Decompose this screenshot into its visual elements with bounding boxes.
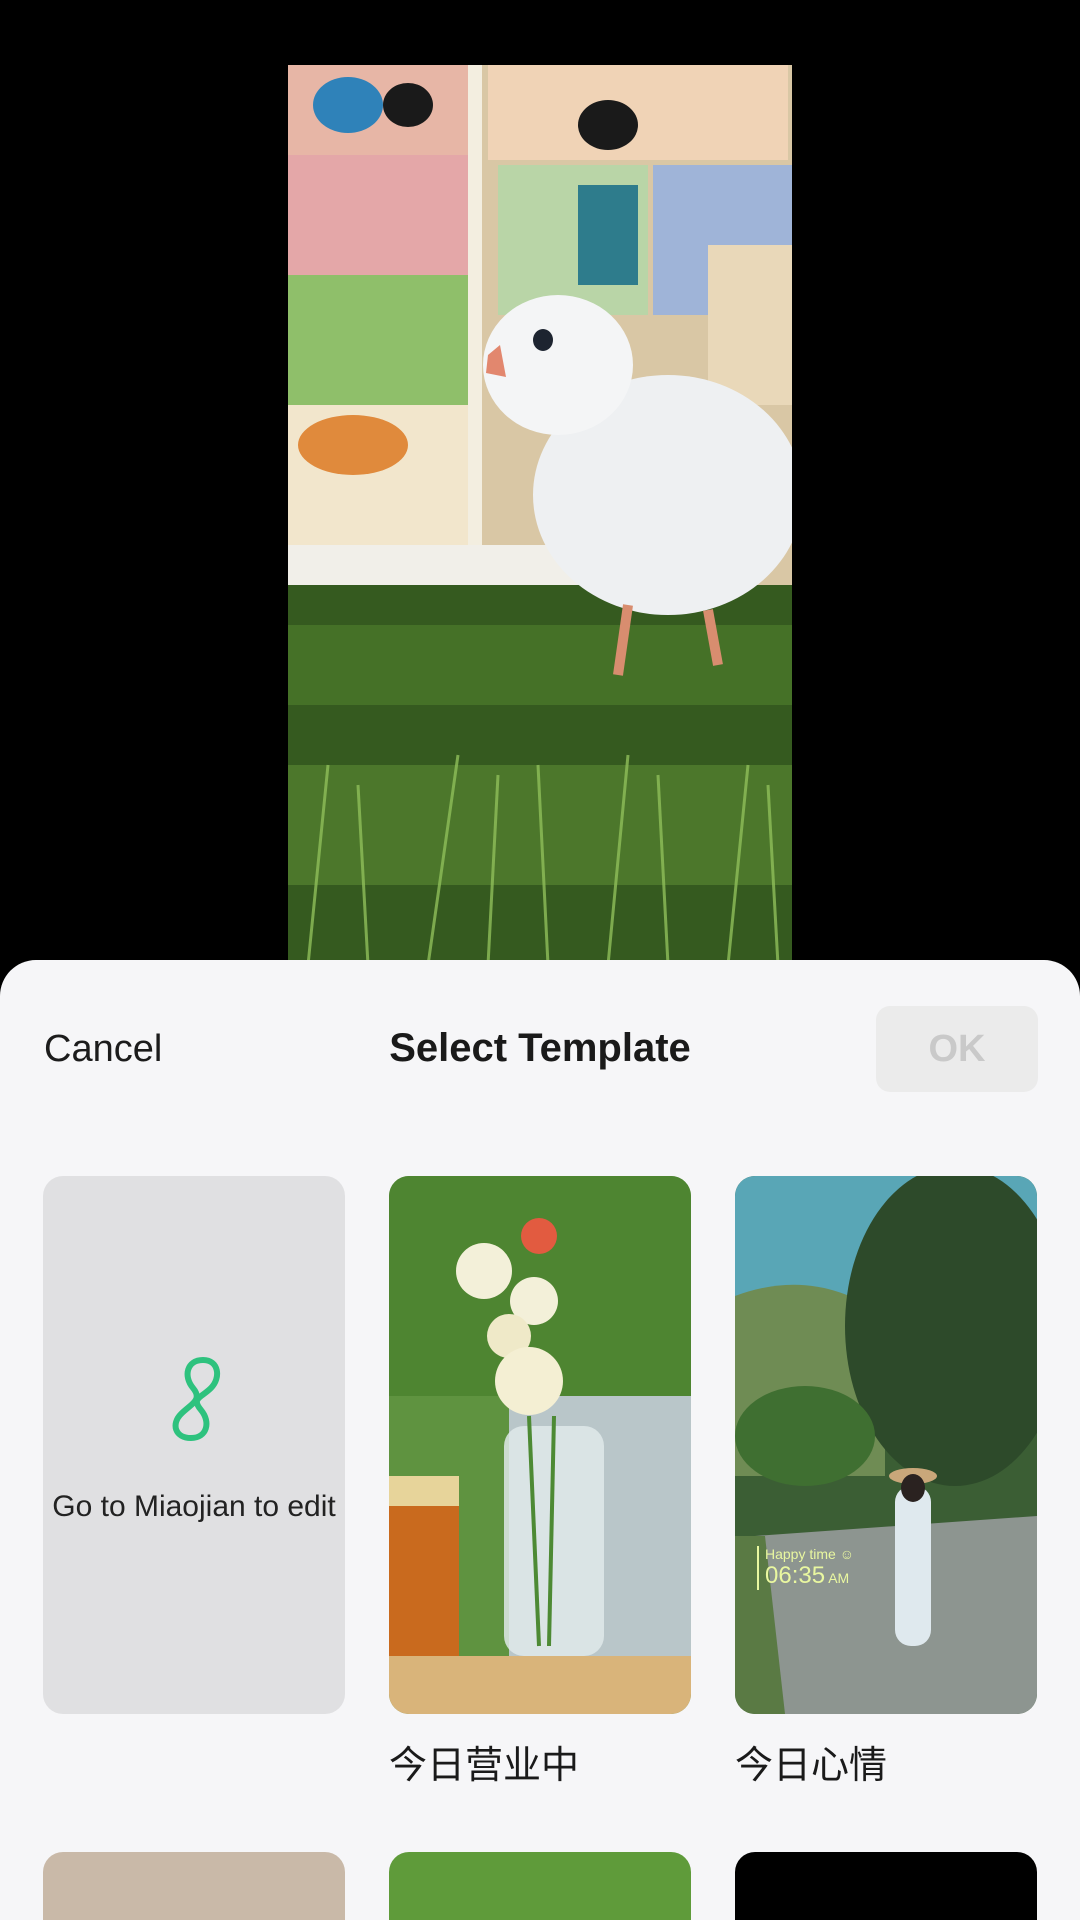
template-card-row2-2[interactable]: [389, 1852, 691, 1920]
happy-time-clock: 06:35: [765, 1562, 826, 1590]
template-card-flowers[interactable]: [389, 1176, 691, 1714]
template-caption-walking: 今日心情: [735, 1745, 888, 1787]
happy-time-overlay: Happy time ☺ 06:35 AM: [757, 1546, 854, 1590]
happy-time-ampm: AM: [828, 1570, 850, 1587]
template-caption-flowers: 今日营业中: [389, 1745, 580, 1787]
miaojian-logo-icon: [172, 1357, 221, 1441]
video-preview: [288, 65, 792, 965]
template-thumbnail-flowers: [389, 1176, 691, 1714]
ok-button-label: OK: [928, 1027, 986, 1070]
video-frame-image: [288, 65, 792, 965]
template-card-miaojian[interactable]: Go to Miaojian to edit: [43, 1176, 345, 1714]
template-card-row2-1[interactable]: [43, 1852, 345, 1920]
template-thumbnail-walking: [735, 1176, 1037, 1714]
happy-time-title: Happy time ☺: [765, 1546, 854, 1562]
template-sheet: Cancel Select Template OK Go to Miaojian…: [0, 960, 1080, 1920]
miaojian-edit-label: Go to Miaojian to edit: [52, 1490, 336, 1523]
ok-button[interactable]: OK: [876, 1006, 1038, 1092]
template-card-row2-3[interactable]: [735, 1852, 1037, 1920]
template-card-walking[interactable]: Happy time ☺ 06:35 AM: [735, 1176, 1037, 1714]
